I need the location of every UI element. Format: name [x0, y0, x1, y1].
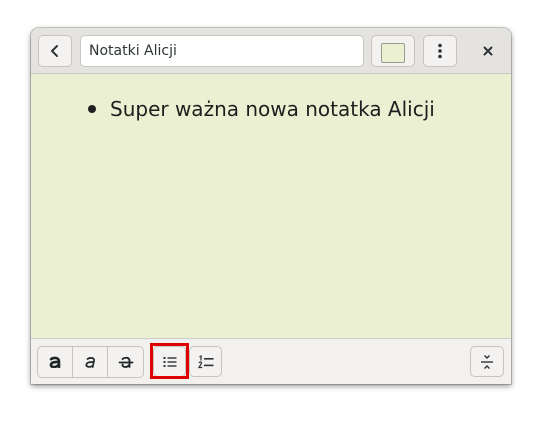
strikethrough-icon [118, 356, 133, 368]
note-title-field[interactable]: Notatki Alicji [80, 35, 364, 67]
bold-icon [49, 356, 61, 368]
text-size-icon [481, 354, 493, 369]
bullet-list-icon [163, 356, 176, 367]
text-size-button[interactable] [470, 346, 504, 377]
note-editor[interactable]: Super ważna nowa notatka Alicji [31, 74, 511, 338]
list-item[interactable]: Super ważna nowa notatka Alicji [88, 97, 435, 121]
formatting-toolbar [31, 338, 511, 384]
notes-window: Notatki Alicji Super ważna nowa notatka … [31, 28, 511, 384]
note-title-text: Notatki Alicji [89, 43, 177, 59]
header-bar: Notatki Alicji [31, 28, 511, 74]
list-item-text: Super ważna nowa notatka Alicji [110, 97, 435, 121]
bullet-marker [88, 105, 96, 113]
italic-icon [85, 357, 95, 368]
strikethrough-button[interactable] [108, 347, 143, 377]
vertical-ellipsis-icon [438, 43, 442, 59]
numbered-list-icon [197, 354, 213, 368]
note-color-button[interactable] [371, 35, 415, 67]
bold-button[interactable] [38, 347, 73, 377]
color-swatch [381, 43, 405, 63]
text-style-group [37, 346, 144, 378]
close-icon [483, 46, 493, 56]
menu-button[interactable] [423, 35, 457, 67]
back-button[interactable] [38, 35, 72, 67]
close-button[interactable] [473, 35, 503, 67]
numbered-list-button[interactable] [189, 346, 222, 377]
bullet-list-button[interactable] [153, 346, 186, 377]
italic-button[interactable] [73, 347, 108, 377]
chevron-left-icon [51, 45, 58, 57]
